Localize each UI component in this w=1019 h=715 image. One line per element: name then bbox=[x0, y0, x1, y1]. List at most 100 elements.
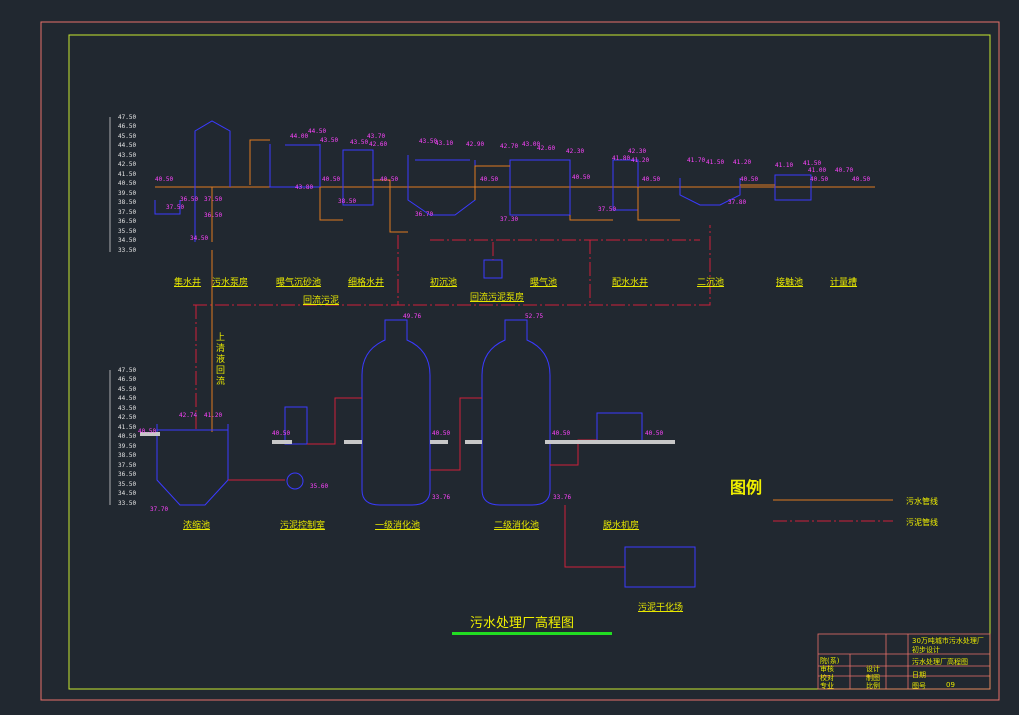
elevation-mark: 40.50 bbox=[552, 430, 571, 437]
title-block-field: 专业 bbox=[820, 682, 834, 690]
tick-label: 33.50 bbox=[118, 247, 137, 254]
inner-frame bbox=[68, 34, 991, 690]
elevation-mark: 42.74 bbox=[179, 412, 198, 419]
elevation-mark: 41.50 bbox=[706, 159, 725, 166]
title-underline bbox=[452, 632, 612, 635]
sewage-lines bbox=[211, 139, 775, 242]
elevation-mark: 42.60 bbox=[537, 145, 556, 152]
legend-title: 图例 bbox=[730, 478, 763, 497]
elevation-mark: 41.10 bbox=[775, 162, 794, 169]
elevation-mark: 40.50 bbox=[572, 174, 591, 181]
label-aerated-grit: 曝气沉砂池 bbox=[276, 278, 322, 288]
elevation-mark: 42.90 bbox=[466, 141, 485, 148]
tick-label: 35.50 bbox=[118, 481, 137, 488]
tick-label: 45.50 bbox=[118, 133, 137, 140]
elevation-mark: 37.70 bbox=[150, 506, 169, 513]
label-thickener: 浓缩池 bbox=[183, 521, 211, 531]
title-block-field: 比例 bbox=[866, 682, 880, 690]
elevation-mark: 41.70 bbox=[687, 157, 706, 164]
label-collection-well: 集水井 bbox=[174, 278, 202, 288]
elevation-mark: 40.70 bbox=[835, 167, 854, 174]
label-primary-digester: 一级消化池 bbox=[375, 521, 421, 531]
elevation-mark: 37.80 bbox=[728, 199, 747, 206]
tick-label: 35.50 bbox=[118, 228, 137, 235]
label-sludge-control-room: 污泥控制室 bbox=[280, 521, 326, 531]
tick-label: 43.50 bbox=[118, 152, 137, 159]
elevation-mark: 49.76 bbox=[403, 313, 422, 320]
elevation-mark: 43.50 bbox=[350, 139, 369, 146]
label-secondary-digester: 二级消化池 bbox=[494, 521, 540, 531]
label-sludge-drying: 污泥干化场 bbox=[638, 603, 684, 613]
tick-label: 41.50 bbox=[118, 424, 137, 431]
elevation-mark: 33.76 bbox=[432, 494, 451, 501]
tick-label: 46.50 bbox=[118, 123, 137, 130]
lower-structures bbox=[156, 319, 696, 588]
drawing-canvas bbox=[40, 21, 1000, 701]
elevation-mark: 43.70 bbox=[367, 133, 386, 140]
elevation-mark: 42.70 bbox=[500, 143, 519, 150]
elevation-mark: 44.50 bbox=[308, 128, 327, 135]
elevation-mark: 42.30 bbox=[628, 148, 647, 155]
elevation-mark: 41.20 bbox=[631, 157, 650, 164]
legend-sewage-label: 污水管线 bbox=[906, 497, 938, 506]
elevation-mark: 40.50 bbox=[432, 430, 451, 437]
elevation-mark: 37.30 bbox=[500, 216, 519, 223]
tick-label: 46.50 bbox=[118, 376, 137, 383]
elevation-mark: 36.50 bbox=[180, 196, 199, 203]
elevation-mark: 40.50 bbox=[852, 176, 871, 183]
elevation-mark: 41.20 bbox=[204, 412, 223, 419]
elevation-mark: 40.50 bbox=[810, 176, 829, 183]
elevation-mark: 40.50 bbox=[380, 176, 399, 183]
label-return-sludge: 回流污泥 bbox=[303, 296, 340, 306]
label-distribution-well: 细格水井 bbox=[348, 278, 385, 288]
tick-label: 36.50 bbox=[118, 218, 137, 225]
elevation-mark: 40.50 bbox=[645, 430, 664, 437]
elevation-mark: 42.60 bbox=[369, 141, 388, 148]
tick-label: 44.50 bbox=[118, 142, 137, 149]
title-block-drawing-name: 污水处理厂高程图 bbox=[912, 658, 968, 666]
title-block-number-value: 09 bbox=[946, 681, 955, 689]
elevation-mark: 43.10 bbox=[435, 140, 454, 147]
elevation-mark: 40.50 bbox=[642, 176, 661, 183]
tick-label: 38.50 bbox=[118, 199, 137, 206]
elevation-mark: 38.50 bbox=[338, 198, 357, 205]
sludge-lines bbox=[193, 225, 711, 430]
elevation-mark: 36.70 bbox=[415, 211, 434, 218]
tick-label: 37.50 bbox=[118, 209, 137, 216]
tick-label: 38.50 bbox=[118, 452, 137, 459]
tick-label: 47.50 bbox=[118, 367, 137, 374]
elevation-mark: 36.50 bbox=[204, 212, 223, 219]
tick-label: 40.50 bbox=[118, 433, 137, 440]
tick-label: 36.50 bbox=[118, 471, 137, 478]
title-block-date-label: 日期 bbox=[912, 671, 926, 679]
elevation-mark: 37.50 bbox=[204, 196, 223, 203]
label-aeration-tank: 曝气池 bbox=[530, 278, 558, 288]
elevation-mark: 43.50 bbox=[320, 137, 339, 144]
lower-ground bbox=[140, 432, 675, 444]
elevation-mark: 33.76 bbox=[553, 494, 572, 501]
tick-label: 44.50 bbox=[118, 395, 137, 402]
tick-label: 43.50 bbox=[118, 405, 137, 412]
elevation-mark: 44.00 bbox=[290, 133, 309, 140]
title-block-project: 30万吨城市污水处理厂初步设计 bbox=[912, 637, 984, 654]
label-pump-house: 污水泵房 bbox=[212, 278, 249, 288]
elevation-mark: 37.50 bbox=[166, 204, 185, 211]
elevation-mark: 42.30 bbox=[566, 148, 585, 155]
tick-label: 33.50 bbox=[118, 500, 137, 507]
elevation-mark: 41.20 bbox=[733, 159, 752, 166]
label-flow-meter: 计量槽 bbox=[830, 278, 858, 288]
drawing-title: 污水处理厂高程图 bbox=[470, 616, 575, 631]
elevation-mark: 41.00 bbox=[808, 167, 827, 174]
label-dewatering-room: 脱水机房 bbox=[603, 521, 640, 531]
elevation-mark: 40.50 bbox=[272, 430, 291, 437]
tick-label: 34.50 bbox=[118, 237, 137, 244]
elevation-mark: 35.60 bbox=[310, 483, 329, 490]
tick-label: 34.50 bbox=[118, 490, 137, 497]
tick-label: 42.50 bbox=[118, 414, 137, 421]
elevation-mark: 40.50 bbox=[740, 176, 759, 183]
elevation-mark: 40.50 bbox=[322, 176, 341, 183]
tick-label: 40.50 bbox=[118, 180, 137, 187]
elevation-mark: 43.80 bbox=[295, 184, 314, 191]
tick-label: 39.50 bbox=[118, 443, 137, 450]
tick-label: 39.50 bbox=[118, 190, 137, 197]
